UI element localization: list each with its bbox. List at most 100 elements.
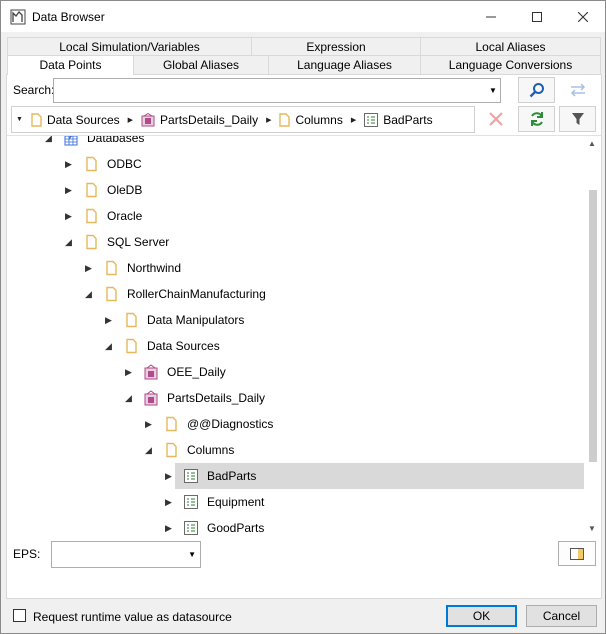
data-points-panel: Search: ▼ ▼ Data Sources ▶ PartsDetails_… — [6, 74, 602, 599]
tree-row[interactable]: ▶ OleDB — [7, 177, 581, 203]
collapsed-arrow-icon[interactable]: ▶ — [65, 185, 74, 195]
expanded-arrow-icon[interactable]: ◢ — [105, 341, 114, 351]
tree-row-label: GoodParts — [207, 521, 265, 535]
eps-select[interactable]: ▼ — [51, 541, 201, 568]
datasource-icon — [141, 112, 155, 126]
scroll-down-arrow[interactable]: ▼ — [588, 524, 596, 533]
tree-row-label: Oracle — [107, 209, 143, 223]
breadcrumb-item-data-sources[interactable]: Data Sources — [31, 113, 120, 127]
swap-button[interactable] — [559, 77, 596, 103]
collapsed-arrow-icon[interactable]: ▶ — [65, 211, 74, 221]
breadcrumb-dropdown-arrow[interactable]: ▼ — [16, 116, 23, 123]
tree-row[interactable]: ▶ Oracle — [7, 203, 581, 229]
collapsed-arrow-icon[interactable]: ▶ — [165, 497, 174, 507]
tree-row[interactable]: ◢ SQL Server — [7, 229, 581, 255]
scroll-up-arrow[interactable]: ▲ — [588, 139, 596, 148]
runtime-value-checkbox[interactable] — [13, 609, 26, 622]
tree-row-label: OEE_Daily — [167, 365, 226, 379]
maximize-button[interactable] — [514, 1, 560, 32]
minimize-button[interactable] — [468, 1, 514, 32]
close-button[interactable] — [560, 1, 606, 32]
tab-local-aliases[interactable]: Local Aliases — [420, 37, 601, 56]
breadcrumb-label: Data Sources — [46, 112, 120, 127]
tab-data-points[interactable]: Data Points — [7, 55, 134, 75]
breadcrumb-label: Columns — [295, 112, 343, 127]
expanded-arrow-icon[interactable]: ◢ — [85, 289, 94, 299]
tab-language-conversions[interactable]: Language Conversions — [420, 55, 601, 74]
tab-local-simulation-variables[interactable]: Local Simulation/Variables — [7, 37, 252, 56]
breadcrumb-item-partsdetails-daily[interactable]: PartsDetails_Daily — [141, 112, 259, 127]
collapsed-arrow-icon[interactable]: ▶ — [145, 419, 154, 429]
tree-row[interactable]: ▶ ODBC — [7, 151, 581, 177]
tree-row[interactable]: ◢ PartsDetails_Daily — [7, 385, 581, 411]
tab-global-aliases[interactable]: Global Aliases — [133, 55, 269, 74]
tree-row[interactable]: ▶ Data Manipulators — [7, 307, 581, 333]
tab-expression[interactable]: Expression — [251, 37, 421, 56]
swap-arrows-icon — [570, 83, 585, 97]
tree-row[interactable]: ▶ BadParts — [7, 463, 587, 489]
expanded-arrow-icon[interactable]: ◢ — [125, 393, 134, 403]
tree-row-label: Equipment — [207, 495, 265, 509]
breadcrumb-item-columns[interactable]: Columns — [279, 112, 343, 127]
tree-row[interactable]: ▶ Northwind — [7, 255, 581, 281]
folder-icon — [123, 312, 139, 328]
tree-row[interactable]: ▶ OEE_Daily — [7, 359, 581, 385]
breadcrumb-label: PartsDetails_Daily — [160, 112, 259, 127]
data-points-tree: ◢ Databases ▶ ODBC ▶ OleDB ▶ Oracle ◢ SQL Server ▶… — [7, 135, 601, 538]
ok-button[interactable]: OK — [446, 605, 517, 627]
tree-row[interactable]: ◢ Databases — [7, 135, 581, 151]
datasource-icon — [143, 364, 159, 380]
tree-row-label: Data Manipulators — [147, 313, 245, 327]
toggle-panel-button[interactable] — [558, 541, 596, 566]
expanded-arrow-icon[interactable]: ◢ — [145, 445, 154, 455]
eps-label: EPS: — [13, 547, 41, 561]
tree-vertical-scrollbar[interactable]: ▲ ▼ — [584, 136, 601, 538]
datasource-icon — [143, 390, 159, 406]
clear-button[interactable] — [477, 106, 514, 132]
chevron-right-icon: ▶ — [266, 116, 272, 124]
scroll-thumb[interactable] — [589, 190, 597, 462]
close-icon — [578, 11, 588, 22]
refresh-button[interactable] — [518, 106, 555, 132]
tree-row-label: Data Sources — [147, 339, 220, 353]
collapsed-arrow-icon[interactable]: ▶ — [165, 523, 174, 533]
tree-row-label: RollerChainManufacturing — [127, 287, 266, 301]
folder-icon — [163, 442, 179, 458]
tree-row-label: PartsDetails_Daily — [167, 391, 266, 405]
collapsed-arrow-icon[interactable]: ▶ — [105, 315, 114, 325]
tree-row-label: OleDB — [107, 183, 143, 197]
column-icon — [183, 494, 199, 510]
tree-row-label: BadParts — [207, 469, 257, 483]
filter-button[interactable] — [559, 106, 596, 132]
tree-row[interactable]: ▶ Equipment — [7, 489, 581, 515]
folder-icon — [83, 234, 99, 250]
collapsed-arrow-icon[interactable]: ▶ — [165, 471, 174, 481]
tree-row-label: Databases — [87, 135, 145, 145]
refresh-icon — [530, 112, 543, 126]
cancel-button[interactable]: Cancel — [526, 605, 597, 627]
expanded-arrow-icon[interactable]: ◢ — [45, 136, 54, 143]
window-title: Data Browser — [32, 10, 105, 24]
tree-row[interactable]: ◢ Data Sources — [7, 333, 581, 359]
collapsed-arrow-icon[interactable]: ▶ — [125, 367, 134, 377]
chevron-right-icon: ▶ — [350, 116, 357, 124]
tree-row[interactable]: ▶ GoodParts — [7, 515, 581, 538]
breadcrumb-item-badparts[interactable]: BadParts — [364, 112, 433, 127]
search-input[interactable]: ▼ — [53, 78, 501, 103]
breadcrumb: ▼ Data Sources ▶ PartsDetails_Daily ▶ Co… — [11, 106, 475, 133]
tree-row-label: Northwind — [127, 261, 182, 275]
search-button[interactable] — [518, 77, 555, 103]
tree-row[interactable]: ◢ Columns — [7, 437, 581, 463]
column-icon — [183, 468, 199, 484]
expanded-arrow-icon[interactable]: ◢ — [65, 237, 74, 247]
tree-row[interactable]: ◢ RollerChainManufacturing — [7, 281, 581, 307]
close-icon — [488, 112, 503, 126]
collapsed-arrow-icon[interactable]: ▶ — [65, 159, 74, 169]
search-icon — [529, 83, 544, 98]
column-icon — [183, 520, 199, 536]
tab-language-aliases[interactable]: Language Aliases — [268, 55, 421, 74]
tree-row[interactable]: ▶ @@Diagnostics — [7, 411, 581, 437]
collapsed-arrow-icon[interactable]: ▶ — [85, 263, 94, 273]
search-dropdown-arrow[interactable]: ▼ — [486, 79, 500, 102]
breadcrumb-label: BadParts — [383, 112, 433, 127]
